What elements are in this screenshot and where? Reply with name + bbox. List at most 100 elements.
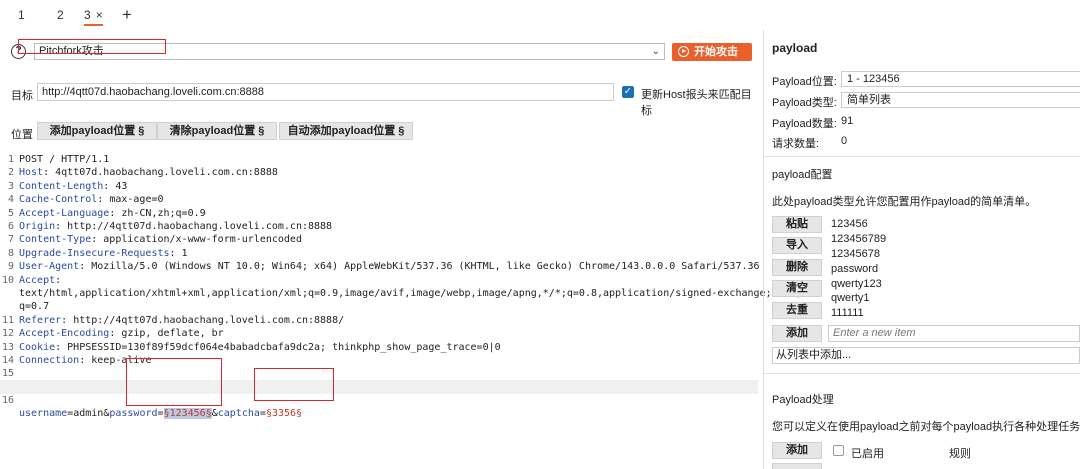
tab-bar: 1 2 3 × + bbox=[0, 0, 760, 32]
header-value: : 1 bbox=[169, 247, 188, 259]
list-item[interactable]: password bbox=[831, 263, 878, 275]
header-value: : max-age=0 bbox=[97, 194, 164, 206]
header-name: Cookie bbox=[19, 341, 56, 353]
enabled-column-checkbox[interactable] bbox=[833, 445, 844, 456]
line-code: Upgrade-Insecure-Requests: 1 bbox=[19, 247, 188, 260]
header-value: : 43 bbox=[103, 180, 128, 192]
start-attack-label: 开始攻击 bbox=[694, 46, 738, 58]
tab-3[interactable]: 3 × bbox=[84, 8, 103, 26]
payload-config-desc: 此处payload类型允许您配置用作payload的简单清单。 bbox=[772, 196, 1037, 208]
list-item[interactable]: 123456 bbox=[831, 218, 868, 230]
payload-config-title: payload配置 bbox=[772, 169, 833, 181]
start-attack-button[interactable]: 开始攻击 bbox=[672, 43, 752, 61]
line-number: 12 bbox=[2, 328, 15, 340]
header-value: : http://4qtt07d.haobachang.loveli.com.c… bbox=[55, 221, 333, 232]
edit-processing-rule-button[interactable] bbox=[772, 463, 822, 469]
update-host-checkbox[interactable]: ✓ bbox=[622, 86, 634, 98]
paste-button[interactable]: 粘贴 bbox=[772, 216, 822, 233]
header-name: Referer bbox=[19, 314, 62, 326]
line-code: Accept-Language: zh-CN,zh;q=0.9 bbox=[19, 207, 206, 220]
line-code: Cache-Control: max-age=0 bbox=[19, 193, 164, 206]
line-code: Host: 4qtt07d.haobachang.loveli.com.cn:8… bbox=[19, 166, 278, 179]
payload-type-select[interactable]: 简单列表 bbox=[841, 92, 1080, 108]
header-value: : 4qtt07d.haobachang.loveli.com.cn:8888 bbox=[43, 167, 278, 179]
line-code: q=0.7 bbox=[19, 300, 49, 313]
payload-list[interactable]: 123456 123456789 12345678 password qwert… bbox=[828, 215, 1080, 321]
line-number: 1 bbox=[7, 154, 14, 165]
list-item[interactable]: 12345678 bbox=[831, 248, 880, 260]
add-payload-position-button[interactable]: 添加payload位置 § bbox=[37, 122, 157, 140]
header-name: POST / HTTP/1.1 bbox=[19, 154, 110, 165]
dedupe-button[interactable]: 去重 bbox=[772, 302, 822, 319]
clear-button[interactable]: 清空 bbox=[772, 280, 822, 297]
payload-position-select[interactable]: 1 - 123456 bbox=[841, 71, 1080, 87]
request-count-value: 0 bbox=[841, 135, 848, 147]
divider bbox=[764, 373, 1080, 374]
header-name: Upgrade-Insecure-Requests bbox=[19, 247, 170, 259]
positions-row: 位置 添加payload位置 § 清除payload位置 § 自动添加paylo… bbox=[0, 122, 760, 142]
request-count-label: 请求数量: bbox=[772, 138, 820, 150]
line-number: 8 bbox=[7, 247, 14, 259]
header-name: Content-Length bbox=[19, 180, 104, 192]
target-row: 目标 http://4qtt07d.haobachang.loveli.com.… bbox=[0, 82, 760, 117]
add-from-list-select[interactable]: 从列表中添加... bbox=[772, 347, 1080, 364]
line-number: 5 bbox=[7, 207, 14, 219]
target-url-input[interactable]: http://4qtt07d.haobachang.loveli.com.cn:… bbox=[37, 83, 614, 101]
line-number: 9 bbox=[7, 261, 14, 273]
line-code: Cookie: PHPSESSID=130f89f59dcf064e4babad… bbox=[19, 341, 501, 354]
line-number: 11 bbox=[2, 314, 15, 326]
line-code: Origin: http://4qtt07d.haobachang.loveli… bbox=[19, 220, 332, 233]
line-number: 3 bbox=[7, 180, 14, 192]
list-item[interactable]: 123456789 bbox=[831, 233, 886, 245]
payload-type-label: Payload类型: bbox=[772, 97, 837, 109]
list-item[interactable]: qwerty1 bbox=[831, 292, 870, 304]
load-button[interactable]: 导入 bbox=[772, 237, 822, 254]
header-name: Accept-Language bbox=[19, 207, 110, 219]
payload-processing-desc: 您可以定义在使用payload之前对每个payload执行各种处理任务的规 bbox=[772, 421, 1080, 433]
enabled-column-header: 已启用 bbox=[851, 448, 884, 460]
tab-1[interactable]: 1 bbox=[18, 8, 25, 26]
line-code: Accept: bbox=[19, 274, 61, 287]
body-value-username: admin bbox=[73, 408, 104, 419]
header-name: Host bbox=[19, 167, 44, 179]
header-name: Accept bbox=[19, 274, 56, 286]
add-item-button[interactable]: 添加 bbox=[772, 325, 822, 342]
header-value: : Mozilla/5.0 (Windows NT 10.0; Win64; x… bbox=[79, 261, 760, 273]
payload-position-label: Payload位置: bbox=[772, 76, 837, 88]
new-item-input[interactable]: Enter a new item bbox=[828, 325, 1080, 342]
tab-2[interactable]: 2 bbox=[57, 8, 64, 26]
tab-label: 3 bbox=[84, 8, 91, 22]
line-code: Content-Type: application/x-www-form-url… bbox=[19, 233, 302, 246]
body-param-password: password bbox=[109, 408, 158, 419]
line-code: text/html,application/xhtml+xml,applicat… bbox=[19, 287, 802, 300]
body-code: username=admin&password=§123456§&captcha… bbox=[19, 407, 302, 420]
tab-label: 1 bbox=[18, 8, 25, 22]
header-value: q=0.7 bbox=[19, 301, 50, 313]
payload-marker-captcha[interactable]: §3356§ bbox=[266, 408, 302, 419]
annotation-box bbox=[126, 358, 222, 406]
remove-button[interactable]: 删除 bbox=[772, 259, 822, 276]
tab-label: 2 bbox=[57, 8, 64, 22]
update-host-label: 更新Host报头来匹配目标 bbox=[641, 89, 752, 117]
payload-count-value: 91 bbox=[841, 115, 854, 127]
clear-payload-position-button[interactable]: 清除payload位置 § bbox=[157, 122, 277, 140]
payload-marker-password[interactable]: §123456§ bbox=[163, 408, 212, 419]
request-editor[interactable]: 1 POST / HTTP/1.1 2 Host: 4qtt07d.haobachan… bbox=[0, 152, 802, 419]
close-icon[interactable]: × bbox=[96, 8, 103, 22]
body-param-captcha: captcha bbox=[217, 408, 260, 419]
annotation-box bbox=[18, 39, 166, 54]
line-code: Content-Length: 43 bbox=[19, 180, 127, 193]
add-processing-rule-button[interactable]: 添加 bbox=[772, 442, 822, 459]
play-icon bbox=[678, 46, 689, 57]
auto-add-payload-position-button[interactable]: 自动添加payload位置 § bbox=[279, 122, 413, 140]
line-number: 10 bbox=[2, 274, 15, 286]
line-code: Accept-Encoding: gzip, deflate, br bbox=[19, 327, 224, 340]
line-number: 15 bbox=[2, 368, 15, 380]
add-tab-button[interactable]: + bbox=[122, 5, 132, 25]
line-code: POST / HTTP/1.1 bbox=[19, 153, 109, 166]
positions-label: 位置 bbox=[11, 129, 33, 141]
line-number: 6 bbox=[7, 221, 14, 232]
list-item[interactable]: qwerty123 bbox=[831, 278, 882, 290]
line-code: Referer: http://4qtt07d.haobachang.lovel… bbox=[19, 314, 344, 327]
list-item[interactable]: 111111 bbox=[831, 307, 864, 319]
